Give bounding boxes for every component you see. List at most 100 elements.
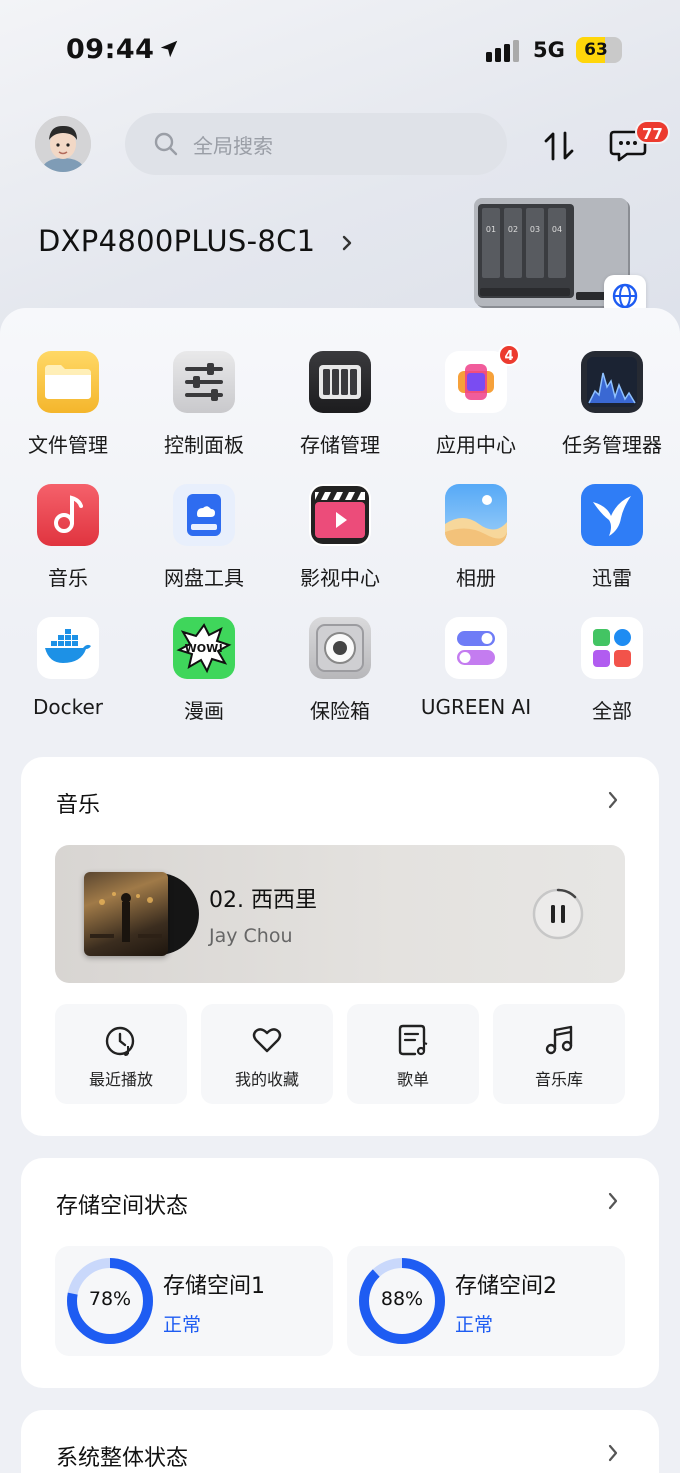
storage-pool-1[interactable]: 78% 存储空间1 正常 [55,1246,333,1356]
pool-name: 存储空间2 [455,1274,557,1299]
usage-percent: 78% [88,1288,132,1310]
search-icon [154,132,178,156]
storage-card-title: 存储空间状态 [56,1194,189,1219]
drive-bay: 01 [482,208,500,278]
app-all[interactable]: 全部 [544,617,680,741]
playlist-icon [398,1024,428,1056]
storage-pool-2[interactable]: 88% 存储空间2 正常 [347,1246,625,1356]
cloud-drive-icon [173,484,235,546]
app-storage-manager[interactable]: 存储管理 [272,351,408,475]
comic-wow-icon: WOW! [173,617,235,679]
music-card: 音乐 02. 西西里 Jay Chou 最近播放 我的收藏 歌单 音乐库 [21,757,659,1136]
activity-icon [581,351,643,413]
app-label: 漫画 [184,699,224,723]
chevron-right-icon[interactable] [605,1442,621,1464]
app-center-badge: 4 [498,344,520,366]
music-card-title: 音乐 [56,793,101,818]
thunder-bird-icon [581,484,643,546]
playlists-label: 歌单 [396,1070,429,1089]
recent-played-label: 最近播放 [88,1070,153,1089]
favorites-label: 我的收藏 [234,1070,299,1089]
docker-whale-icon [37,617,99,679]
status-bar: 09:44 5G 63 [0,0,680,100]
app-photos[interactable]: 相册 [408,484,544,608]
message-count-badge: 77 [635,120,670,144]
app-video-center[interactable]: 影视中心 [272,484,408,608]
all-apps-icon [581,617,643,679]
app-label: 文件管理 [28,433,108,457]
device-name[interactable]: DXP4800PLUS-8C1 [38,224,315,258]
app-comics[interactable]: WOW! 漫画 [136,617,272,741]
app-docker[interactable]: Docker [0,617,136,741]
app-label: 网盘工具 [164,566,244,590]
album-cover [84,872,168,956]
app-label: 应用中心 [436,433,516,457]
drive-bay: 04 [548,208,566,278]
heart-icon [252,1028,282,1053]
music-library-label: 音乐库 [534,1070,583,1089]
drive-bay: 03 [526,208,544,278]
storage-icon [309,351,371,413]
drive-bay: 02 [504,208,522,278]
ai-toggle-icon [445,617,507,679]
storage-card: 存储空间状态 78% 存储空间1 正常 88% 存储空间2 正常 [21,1158,659,1388]
pool-name: 存储空间1 [163,1274,265,1299]
pool-status: 正常 [163,1314,202,1336]
app-control-panel[interactable]: 控制面板 [136,351,272,475]
chevron-right-icon[interactable] [605,1190,621,1212]
system-status-card[interactable]: 系统整体状态 [21,1410,659,1473]
transfer-icon[interactable] [541,128,577,164]
app-label: 控制面板 [164,433,244,457]
pause-icon[interactable] [531,887,585,941]
location-arrow-icon [160,40,178,58]
music-library-button[interactable]: 音乐库 [493,1004,625,1104]
chevron-right-icon[interactable] [605,789,621,811]
bay-label: 04 [552,225,562,234]
svg-text:WOW!: WOW! [185,642,224,655]
app-label: 迅雷 [592,566,632,590]
bay-label: 03 [530,225,540,234]
recent-clock-icon [105,1026,135,1056]
sliders-icon [173,351,235,413]
safe-dial-icon [309,617,371,679]
clapperboard-icon [309,484,371,546]
search-input[interactable]: 全局搜索 [125,113,507,175]
battery-icon: 63 [576,37,622,63]
app-label: 保险箱 [310,699,370,723]
system-status-title: 系统整体状态 [56,1446,189,1471]
music-note-icon [37,484,99,546]
usage-percent: 88% [380,1288,424,1310]
app-label: 影视中心 [300,566,380,590]
app-label: UGREEN AI [420,695,532,719]
app-cloud-drive-tool[interactable]: 网盘工具 [136,484,272,608]
status-time: 09:44 [66,34,155,65]
pool-status: 正常 [455,1314,494,1336]
chevron-right-icon[interactable] [338,231,356,255]
recent-played-button[interactable]: 最近播放 [55,1004,187,1104]
app-center-icon [445,351,507,413]
app-ugreen-ai[interactable]: UGREEN AI [408,617,544,741]
track-artist: Jay Chou [209,925,293,947]
app-label: 相册 [456,566,496,590]
app-app-center[interactable]: 应用中心 [408,351,544,475]
playlists-button[interactable]: 歌单 [347,1004,479,1104]
avatar[interactable] [35,116,91,172]
app-thunder[interactable]: 迅雷 [544,484,680,608]
app-label: Docker [32,695,104,719]
app-file-manager[interactable]: 文件管理 [0,351,136,475]
app-task-manager[interactable]: 任务管理器 [544,351,680,475]
search-placeholder: 全局搜索 [193,134,273,158]
avatar-face-icon [35,116,91,172]
app-safe[interactable]: 保险箱 [272,617,408,741]
app-label: 任务管理器 [562,433,662,457]
now-playing-card[interactable]: 02. 西西里 Jay Chou [55,845,625,983]
app-label: 全部 [592,699,632,723]
app-music[interactable]: 音乐 [0,484,136,608]
favorites-button[interactable]: 我的收藏 [201,1004,333,1104]
bay-label: 02 [508,225,518,234]
folder-icon [37,351,99,413]
app-label: 存储管理 [300,433,380,457]
music-library-icon [545,1025,573,1055]
network-type: 5G [533,38,565,62]
battery-percent: 63 [584,40,608,60]
